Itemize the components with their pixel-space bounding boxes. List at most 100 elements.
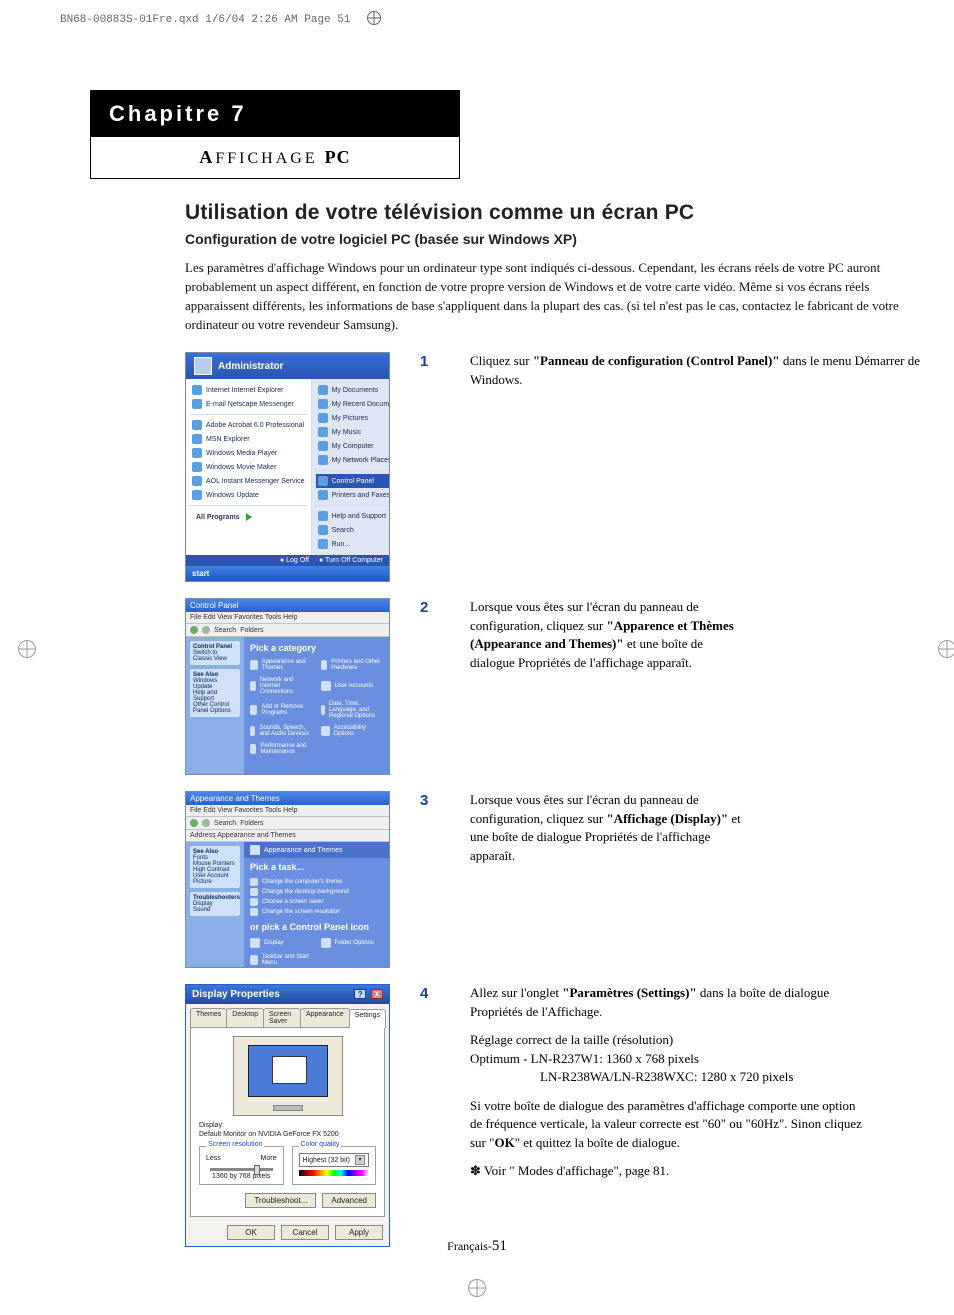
category-item[interactable]: User Accounts [321, 677, 384, 695]
troubleshoot-button[interactable]: Troubleshoot... [245, 1193, 316, 1208]
control-panel-icon [318, 476, 328, 486]
resolution-line: Optimum - LN-R237W1: 1360 x 768 pixels [470, 1050, 870, 1068]
registration-mark-icon [367, 11, 381, 25]
tab-desktop[interactable]: Desktop [226, 1008, 264, 1027]
start-item[interactable]: My Music [316, 425, 390, 439]
task-link[interactable]: Change the computer's theme [250, 878, 383, 886]
menu-bar[interactable]: File Edit View Favorites Tools Help [186, 612, 389, 624]
page-title: Utilisation de votre télévision comme un… [185, 201, 925, 225]
forward-icon[interactable] [202, 819, 210, 827]
start-item[interactable]: Printers and Faxes [316, 488, 390, 502]
start-item[interactable]: Run... [316, 537, 390, 551]
start-item[interactable]: Adobe Acrobat 6.0 Professional [190, 418, 307, 432]
category-icon [321, 660, 328, 670]
task-link[interactable]: Choose a screen saver [250, 898, 383, 906]
tab-settings[interactable]: Settings [349, 1009, 386, 1028]
intro-paragraph: Les paramètres d'affichage Windows pour … [185, 259, 925, 334]
category-item[interactable]: Sounds, Speech, and Audio Devices [250, 725, 313, 737]
category-item[interactable]: Date, Time, Language, and Regional Optio… [321, 701, 384, 719]
advanced-button[interactable]: Advanced [322, 1193, 376, 1208]
arrow-right-icon [246, 513, 252, 521]
address-bar[interactable]: Address Appearance and Themes [186, 830, 389, 842]
start-item[interactable]: Windows Movie Maker [190, 460, 307, 474]
folder-icon [318, 385, 328, 395]
window-title: Appearance and Themes [186, 792, 389, 805]
search-icon[interactable]: Search [214, 820, 236, 827]
step-number: 3 [420, 791, 440, 809]
start-item[interactable]: AOL Instant Messenger Service [190, 474, 307, 488]
print-header: BN68-00883S-01Fre.qxd 1/6/04 2:26 AM Pag… [60, 8, 381, 26]
category-item[interactable]: Network and Internet Connections [250, 677, 313, 695]
start-item[interactable]: My Recent Documents ▸ [316, 397, 390, 411]
cp-icon-item[interactable]: Display [250, 938, 313, 948]
screenshot-display-properties: Display Properties ? X Themes Desktop Sc… [185, 984, 390, 1247]
start-item[interactable]: My Network Places [316, 453, 390, 467]
step-number: 2 [420, 598, 440, 616]
folders-icon[interactable]: Folders [240, 820, 263, 827]
cp-icon-item[interactable]: Folder Options [321, 938, 384, 948]
tab-appearance[interactable]: Appearance [300, 1008, 350, 1027]
folders-icon[interactable]: Folders [240, 627, 263, 634]
logoff-button[interactable]: Log Off [280, 557, 309, 564]
category-icon [321, 726, 330, 736]
window-title: Control Panel [186, 599, 389, 612]
arrow-icon [250, 898, 258, 906]
folder-icon [318, 427, 328, 437]
step-number: 1 [420, 352, 440, 370]
back-icon[interactable] [190, 626, 198, 634]
arrow-icon [250, 888, 258, 896]
start-user: Administrator [218, 361, 284, 372]
forward-icon[interactable] [202, 626, 210, 634]
chapter-subtitle: AFFICHAGE PC [91, 137, 459, 178]
chapter-title: Chapitre 7 [91, 91, 459, 137]
all-programs[interactable]: All Programs [190, 509, 307, 525]
start-item[interactable]: Search [316, 523, 390, 537]
start-item[interactable]: My Documents [316, 383, 390, 397]
menu-bar[interactable]: File Edit View Favorites Tools Help [186, 805, 389, 817]
category-item[interactable]: Add or Remove Programs [250, 701, 313, 719]
print-filename: BN68-00883S-01Fre.qxd 1/6/04 2:26 AM Pag… [60, 14, 350, 26]
shutdown-button[interactable]: Turn Off Computer [319, 557, 383, 564]
category-item[interactable]: Performance and Maintenance [250, 743, 313, 755]
start-item[interactable]: Windows Update [190, 488, 307, 502]
registration-mark-icon [468, 1279, 486, 1297]
start-item[interactable]: Internet Internet Explorer [190, 383, 307, 397]
footnote: ✽ Voir " Modes d'affichage", page 81. [470, 1162, 870, 1180]
start-item[interactable]: E-mail Netscape Messenger [190, 397, 307, 411]
arrow-icon [250, 878, 258, 886]
task-link[interactable]: Change the screen resolution [250, 908, 383, 916]
tab-screensaver[interactable]: Screen Saver [263, 1008, 301, 1027]
start-item[interactable]: My Pictures [316, 411, 390, 425]
cp-icon-item[interactable]: Taskbar and Start Menu [250, 954, 313, 966]
start-item[interactable]: MSN Explorer [190, 432, 307, 446]
category-item[interactable]: Accessibility Options [321, 725, 384, 737]
step-4: Display Properties ? X Themes Desktop Sc… [185, 984, 925, 1247]
tab-themes[interactable]: Themes [190, 1008, 227, 1027]
category-icon [321, 705, 326, 715]
category-item[interactable]: Printers and Other Hardware [321, 659, 384, 671]
run-icon [318, 539, 328, 549]
start-control-panel[interactable]: Control Panel [316, 474, 390, 488]
color-quality-select[interactable]: Highest (32 bit)▾ [299, 1153, 370, 1167]
display-label: Display: [199, 1122, 376, 1129]
step-2: Control Panel File Edit View Favorites T… [185, 598, 925, 775]
category-icon [250, 845, 260, 855]
task-header: Pick a task... [250, 862, 383, 872]
start-item[interactable]: Help and Support [316, 509, 390, 523]
monitor-preview-icon [233, 1036, 343, 1116]
computer-icon [318, 441, 328, 451]
network-icon [318, 455, 328, 465]
start-item[interactable]: Windows Media Player [190, 446, 307, 460]
search-icon [318, 525, 328, 535]
back-icon[interactable] [190, 819, 198, 827]
help-icon[interactable]: ? [354, 989, 366, 999]
start-item[interactable]: My Computer [316, 439, 390, 453]
toolbar[interactable]: Search Folders [186, 817, 389, 830]
resolution-slider[interactable] [210, 1168, 273, 1171]
toolbar[interactable]: Search Folders [186, 624, 389, 637]
task-link[interactable]: Change the desktop background [250, 888, 383, 896]
close-icon[interactable]: X [371, 989, 383, 999]
search-icon[interactable]: Search [214, 627, 236, 634]
category-item[interactable]: Appearance and Themes [250, 659, 313, 671]
start-button[interactable]: start [186, 566, 389, 581]
